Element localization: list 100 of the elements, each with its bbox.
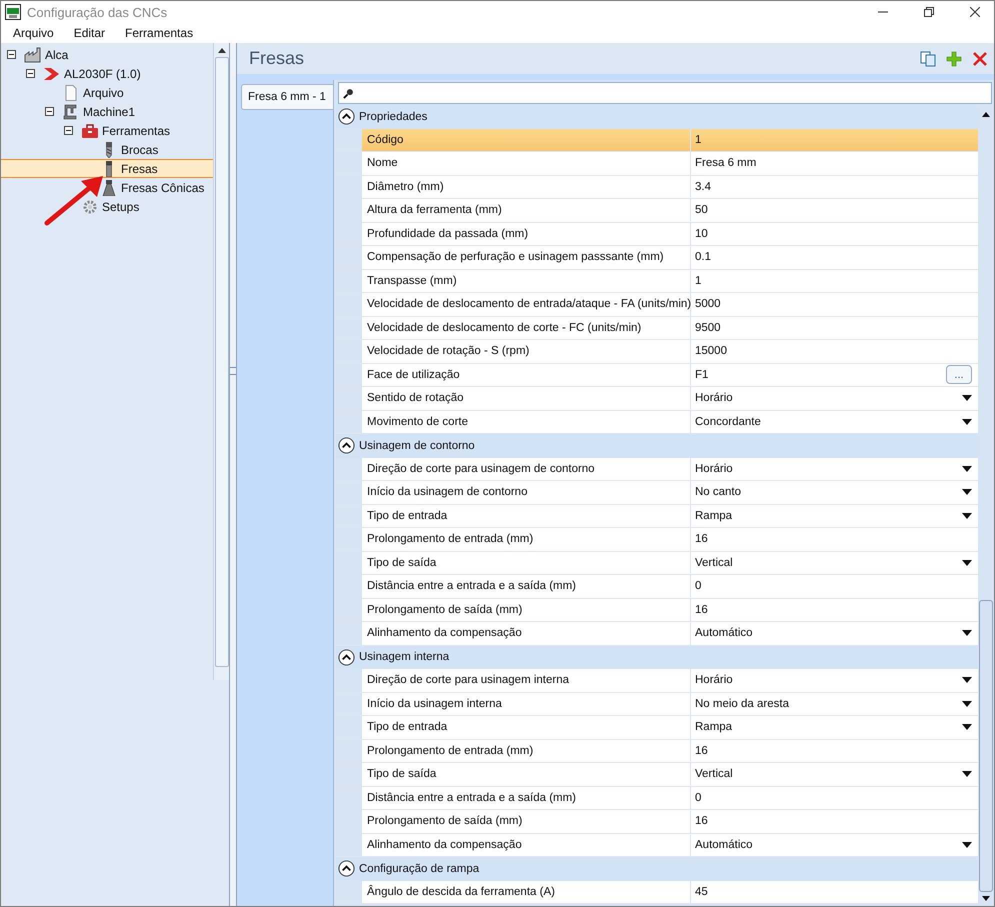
menu-item[interactable]: Ferramentas — [117, 26, 202, 40]
property-row[interactable]: Prolongamento de entrada (mm) 16 — [336, 740, 978, 763]
dropdown-arrow-icon[interactable] — [962, 395, 972, 402]
dropdown-arrow-icon[interactable] — [962, 700, 972, 707]
dropdown-arrow-icon[interactable] — [962, 842, 972, 848]
menu-item[interactable]: Arquivo — [5, 26, 62, 40]
property-row[interactable]: Alinhamento da compensação Automático — [336, 834, 978, 857]
scroll-thumb[interactable] — [214, 57, 228, 667]
tree-item-label: Setups — [102, 200, 140, 214]
delete-icon[interactable] — [972, 50, 988, 66]
dropdown-arrow-icon[interactable] — [962, 630, 972, 636]
property-row[interactable]: Código 1 — [336, 128, 978, 152]
dropdown-arrow-icon[interactable] — [962, 771, 972, 778]
chevron-icon — [43, 66, 61, 82]
tree-item[interactable]: Fresas Cônicas — [1, 178, 213, 197]
property-value: 10 — [695, 228, 708, 240]
tree-item[interactable]: Brocas — [1, 140, 213, 159]
property-label: Distância entre a entrada e a saída (mm) — [362, 575, 691, 598]
property-value: 50 — [695, 204, 708, 216]
panel-title: Fresas — [249, 48, 304, 69]
collapse-icon[interactable] — [338, 648, 355, 666]
tree-item[interactable]: Ferramentas — [1, 121, 213, 140]
property-row[interactable]: Profundidade da passada (mm) 10 — [336, 222, 978, 246]
collapse-icon[interactable] — [338, 108, 355, 126]
menu-item[interactable]: Editar — [66, 26, 114, 40]
property-row[interactable]: Velocidade de rotação - S (rpm) 15000 — [336, 340, 978, 364]
property-value: Automático — [695, 838, 753, 851]
dropdown-arrow-icon[interactable] — [962, 489, 972, 496]
tree-item-selected[interactable]: Fresas — [1, 159, 213, 178]
scroll-up-icon[interactable] — [981, 111, 991, 117]
property-row[interactable]: Tipo de entrada Rampa — [336, 716, 978, 740]
dropdown-arrow-icon[interactable] — [962, 724, 972, 730]
tree-item[interactable]: Arquivo — [1, 83, 213, 102]
search-field[interactable] — [338, 82, 992, 104]
property-row[interactable]: Transpasse (mm) 1 — [336, 270, 978, 293]
property-row[interactable]: Tipo de saída Vertical — [336, 552, 978, 575]
collapse-icon[interactable] — [45, 107, 54, 116]
tree-item[interactable]: AL2030F (1.0) — [1, 64, 213, 83]
tree-item[interactable]: Setups — [1, 197, 213, 216]
property-row[interactable]: Nome Fresa 6 mm — [336, 152, 978, 176]
property-row[interactable]: Direção de corte para usinagem de contorno Horário — [336, 458, 978, 481]
collapse-icon[interactable] — [7, 50, 16, 59]
splitter-handle[interactable] — [229, 43, 237, 906]
property-row[interactable]: Velocidade de deslocamento de corte - FC (units/min) 9500 — [336, 316, 978, 340]
dropdown-arrow-icon[interactable] — [962, 512, 972, 519]
property-label: Direção de corte para usinagem de contorno — [362, 458, 691, 480]
property-value: 16 — [695, 744, 708, 757]
close-icon[interactable] — [970, 7, 980, 17]
property-row[interactable]: Altura da ferramenta (mm) 50 — [336, 199, 978, 222]
property-value: Rampa — [695, 721, 732, 734]
property-row[interactable]: Sentido de rotação Horário — [336, 387, 978, 410]
dropdown-arrow-icon[interactable] — [962, 677, 972, 684]
property-row[interactable]: Diâmetro (mm) 3.4 — [336, 176, 978, 199]
property-row[interactable]: Início da usinagem interna No meio da aresta — [336, 692, 978, 716]
property-label: Ângulo de descida da ferramenta (A) — [362, 880, 691, 903]
collapse-icon[interactable] — [338, 437, 355, 454]
property-row[interactable]: Face de utilização F1 ... — [336, 364, 978, 387]
property-row[interactable]: Distância entre a entrada e a saída (mm) 0 — [336, 575, 978, 598]
property-row[interactable]: Alinhamento da compensação Automático — [336, 622, 978, 646]
property-row[interactable]: Tipo de saída Vertical — [336, 763, 978, 786]
property-row[interactable]: Tipo de entrada Rampa — [336, 504, 978, 528]
property-row[interactable]: Prolongamento de saída (mm) 16 — [336, 810, 978, 834]
collapse-icon[interactable] — [26, 69, 35, 78]
scrollbar[interactable] — [213, 43, 229, 680]
dropdown-arrow-icon[interactable] — [962, 418, 972, 425]
scroll-down-icon[interactable] — [981, 896, 991, 902]
property-row[interactable]: Distância entre a entrada e a saída (mm) 0 — [336, 786, 978, 810]
property-value: 3.4 — [695, 180, 711, 193]
property-row[interactable]: Movimento de corte Concordante — [336, 410, 978, 434]
ellipsis-button[interactable]: ... — [946, 365, 972, 384]
property-value: 16 — [695, 533, 708, 546]
tree-item[interactable]: Machine1 — [1, 102, 213, 121]
collapse-icon[interactable] — [64, 126, 73, 135]
property-value: Rampa — [695, 510, 732, 522]
collapse-icon[interactable] — [338, 860, 355, 878]
tree-item-label: AL2030F (1.0) — [64, 66, 141, 80]
property-value: 45 — [695, 886, 708, 898]
property-row[interactable]: Início da usinagem de contorno No canto — [336, 481, 978, 504]
property-row[interactable]: Direção de corte para usinagem interna Horário — [336, 669, 978, 692]
scroll-up-icon[interactable] — [216, 47, 226, 53]
property-row[interactable]: Prolongamento de entrada (mm) 16 — [336, 528, 978, 552]
add-icon[interactable] — [946, 50, 962, 66]
dropdown-arrow-icon[interactable] — [962, 560, 972, 566]
property-label: Altura da ferramenta (mm) — [362, 199, 691, 222]
dropdown-arrow-icon[interactable] — [962, 466, 972, 472]
property-label: Prolongamento de entrada (mm) — [362, 740, 691, 762]
scroll-thumb[interactable] — [979, 600, 993, 892]
property-label: Face de utilização — [362, 364, 691, 386]
property-value: 0.1 — [695, 251, 711, 264]
property-label: Início da usinagem de contorno — [362, 481, 691, 504]
tree-item[interactable]: Alca — [1, 45, 213, 64]
copy-icon[interactable] — [920, 50, 936, 66]
section-title: Configuração de rampa — [359, 862, 480, 875]
property-row[interactable]: Velocidade de deslocamento de entrada/ataque - FA (units/min) 5000 — [336, 293, 978, 316]
property-row[interactable]: Ângulo de descida da ferramenta (A) 45 — [336, 880, 978, 904]
restore-icon[interactable] — [924, 7, 934, 17]
property-row[interactable]: Prolongamento de saída (mm) 16 — [336, 598, 978, 622]
property-row[interactable]: Compensação de perfuração e usinagem passsante (mm) 0.1 — [336, 246, 978, 270]
tree-item-label: Arquivo — [83, 86, 124, 100]
tab[interactable]: Fresa 6 mm - 1 — [241, 84, 333, 110]
